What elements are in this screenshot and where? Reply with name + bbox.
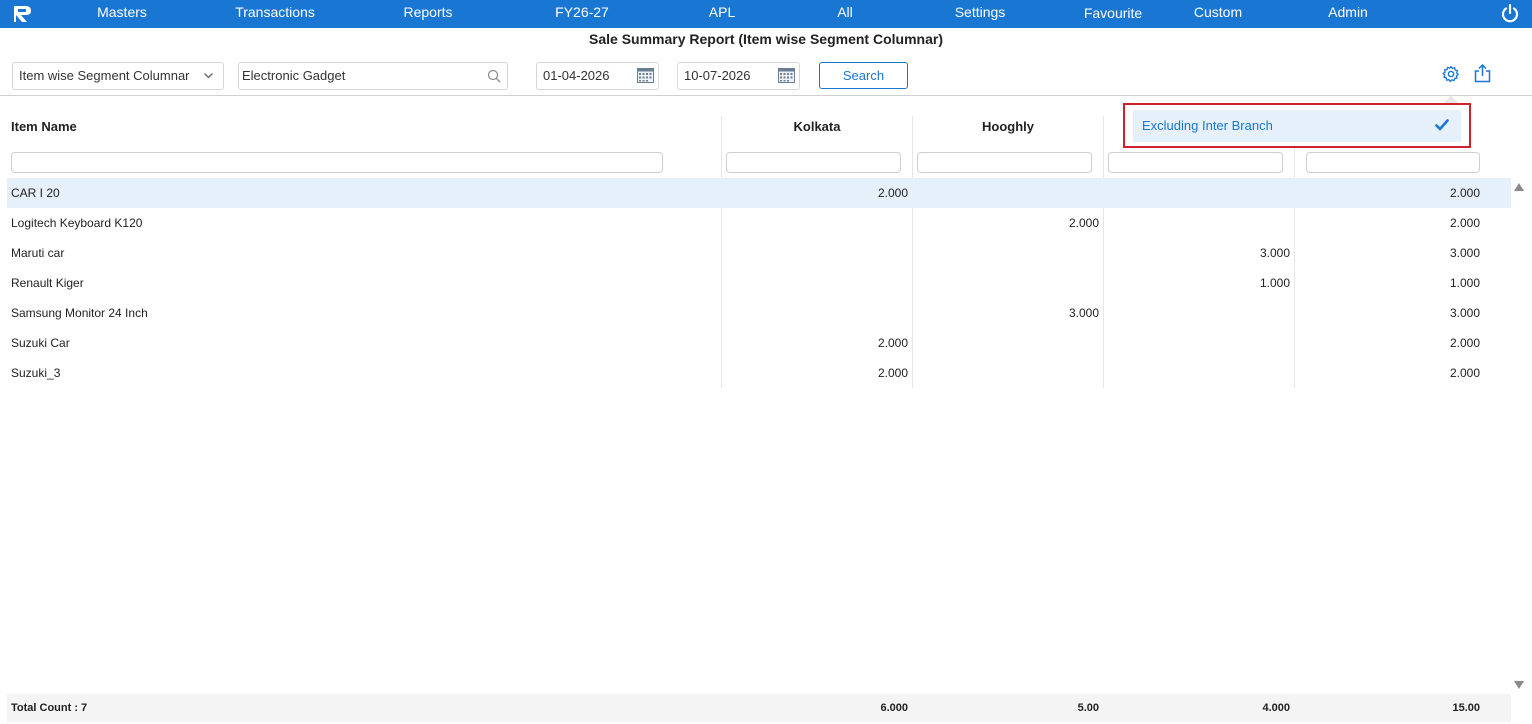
- export-icon[interactable]: [1474, 64, 1491, 83]
- total-count: Total Count : 7: [11, 702, 88, 714]
- report-title: Sale Summary Report (Item wise Segment C…: [589, 31, 943, 47]
- filter-input-kolkata[interactable]: [726, 152, 901, 173]
- item-group-value: Electronic Gadget: [242, 68, 346, 83]
- cell-total: 3.000: [1449, 246, 1480, 260]
- cell-item-name: CAR I 20: [11, 186, 60, 200]
- cell-segment-3: 1.000: [1259, 276, 1290, 290]
- cell-total: 1.000: [1449, 276, 1480, 290]
- checkmark-icon: [1435, 119, 1449, 131]
- cell-kolkata: 2.000: [877, 336, 908, 350]
- nav-favourite[interactable]: Favourite: [1084, 1, 1142, 29]
- total-segment-3: 4.000: [1262, 702, 1290, 714]
- cell-item-name: Logitech Keyboard K120: [11, 216, 143, 230]
- nav-financial-year[interactable]: FY26-27: [555, 0, 609, 28]
- column-header-hooghly[interactable]: Hooghly: [913, 119, 1103, 134]
- nav-company[interactable]: APL: [709, 0, 735, 28]
- total-hooghly: 5.00: [1077, 702, 1099, 714]
- cell-hooghly: 3.000: [1068, 306, 1099, 320]
- filter-input-hooghly[interactable]: [917, 152, 1092, 173]
- item-group-input[interactable]: Electronic Gadget: [238, 62, 508, 90]
- table-row[interactable]: Logitech Keyboard K120 2.000 2.000: [7, 208, 1511, 238]
- search-button[interactable]: Search: [819, 62, 908, 89]
- option-label: Excluding Inter Branch: [1142, 118, 1273, 133]
- cell-kolkata: 2.000: [877, 186, 908, 200]
- nav-transactions[interactable]: Transactions: [235, 0, 315, 28]
- nav-admin[interactable]: Admin: [1328, 0, 1368, 28]
- popup-pointer: [1444, 95, 1458, 103]
- from-date-value: 01-04-2026: [543, 68, 610, 83]
- nav-masters[interactable]: Masters: [97, 0, 147, 28]
- column-header-kolkata[interactable]: Kolkata: [722, 119, 912, 134]
- grand-total: 15.00: [1452, 702, 1480, 714]
- app-logo-icon[interactable]: [12, 4, 33, 24]
- nav-branch[interactable]: All: [837, 0, 853, 28]
- calendar-icon[interactable]: [778, 68, 795, 83]
- report-type-dropdown[interactable]: Item wise Segment Columnar: [12, 62, 224, 90]
- cell-hooghly: 2.000: [1068, 216, 1099, 230]
- filter-input-segment-3[interactable]: [1108, 152, 1283, 173]
- excluding-inter-branch-option[interactable]: Excluding Inter Branch: [1133, 110, 1461, 142]
- table-row[interactable]: Samsung Monitor 24 Inch 3.000 3.000: [7, 298, 1511, 328]
- cell-item-name: Suzuki Car: [11, 336, 70, 350]
- table-row[interactable]: Suzuki_3 2.000 2.000: [7, 358, 1511, 388]
- cell-total: 2.000: [1449, 366, 1480, 380]
- settings-popup: Excluding Inter Branch: [1123, 103, 1471, 148]
- top-nav-bar: Masters Transactions Reports FY26-27 APL…: [0, 0, 1532, 28]
- column-header-item-name[interactable]: Item Name: [11, 119, 77, 134]
- nav-reports[interactable]: Reports: [403, 0, 452, 28]
- search-icon[interactable]: [487, 69, 501, 83]
- filter-input-total[interactable]: [1306, 152, 1480, 173]
- chevron-down-icon: [204, 73, 213, 79]
- to-date-input[interactable]: 10-07-2026: [677, 62, 800, 90]
- cell-segment-3: 3.000: [1259, 246, 1290, 260]
- total-kolkata: 6.000: [880, 702, 908, 714]
- totals-footer: Total Count : 7 6.000 5.00 4.000 15.00: [7, 694, 1511, 722]
- cell-kolkata: 2.000: [877, 366, 908, 380]
- table-row[interactable]: CAR I 20 2.000 2.000: [7, 178, 1511, 208]
- nav-custom[interactable]: Custom: [1194, 0, 1242, 28]
- table-row[interactable]: Suzuki Car 2.000 2.000: [7, 328, 1511, 358]
- cell-total: 2.000: [1449, 186, 1480, 200]
- cell-total: 3.000: [1449, 306, 1480, 320]
- table-row[interactable]: Maruti car 3.000 3.000: [7, 238, 1511, 268]
- to-date-value: 10-07-2026: [684, 68, 751, 83]
- cell-item-name: Samsung Monitor 24 Inch: [11, 306, 148, 320]
- scroll-up-arrow-icon[interactable]: [1514, 183, 1524, 191]
- cell-total: 2.000: [1449, 336, 1480, 350]
- cell-item-name: Maruti car: [11, 246, 65, 260]
- from-date-input[interactable]: 01-04-2026: [536, 62, 659, 90]
- scroll-down-arrow-icon[interactable]: [1514, 681, 1524, 689]
- toolbar-divider: [0, 95, 1532, 96]
- power-icon[interactable]: [1500, 3, 1520, 23]
- cell-item-name: Suzuki_3: [11, 366, 61, 380]
- report-type-value: Item wise Segment Columnar: [19, 68, 190, 83]
- cell-item-name: Renault Kiger: [11, 276, 84, 290]
- table-row[interactable]: Renault Kiger 1.000 1.000: [7, 268, 1511, 298]
- calendar-icon[interactable]: [637, 68, 654, 83]
- cell-total: 2.000: [1449, 216, 1480, 230]
- filter-input-item-name[interactable]: [11, 152, 663, 173]
- nav-settings[interactable]: Settings: [955, 0, 1006, 28]
- gear-icon[interactable]: [1442, 65, 1460, 83]
